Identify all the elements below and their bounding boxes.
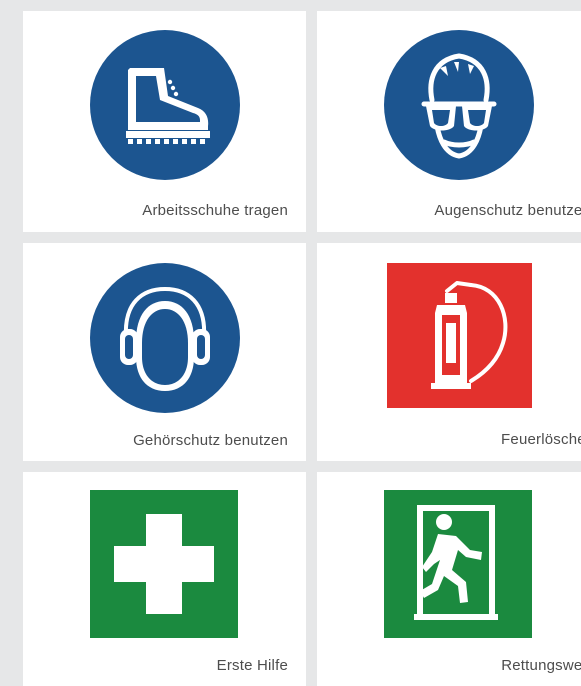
sign-caption: Augenschutz benutzen [434, 202, 581, 219]
first-aid-cross-icon [90, 490, 238, 638]
sign-caption: Rettungsweg [501, 657, 581, 674]
sign-caption: Arbeitsschuhe tragen [142, 202, 288, 219]
sign-tile-emergency-exit[interactable]: Rettungsweg [317, 472, 581, 686]
sign-tile-safety-goggles[interactable]: Augenschutz benutzen [317, 11, 581, 232]
hearing-protection-icon [90, 263, 240, 413]
sign-caption: Feuerlöscher [501, 431, 581, 448]
sign-caption: Gehörschutz benutzen [133, 432, 288, 449]
sign-tile-first-aid[interactable]: Erste Hilfe [23, 472, 306, 686]
fire-extinguisher-icon [387, 263, 532, 408]
emergency-exit-icon [384, 490, 532, 638]
sign-tile-hearing-protection[interactable]: Gehörschutz benutzen [23, 243, 306, 461]
sign-tile-fire-extinguisher[interactable]: Feuerlöscher [317, 243, 581, 461]
work-boots-icon [90, 30, 240, 180]
sign-tile-work-boots[interactable]: Arbeitsschuhe tragen [23, 11, 306, 232]
safety-signs-grid: Arbeitsschuhe tragen Augenschutz benutze… [0, 0, 581, 686]
safety-goggles-icon [384, 30, 534, 180]
sign-caption: Erste Hilfe [216, 657, 288, 674]
